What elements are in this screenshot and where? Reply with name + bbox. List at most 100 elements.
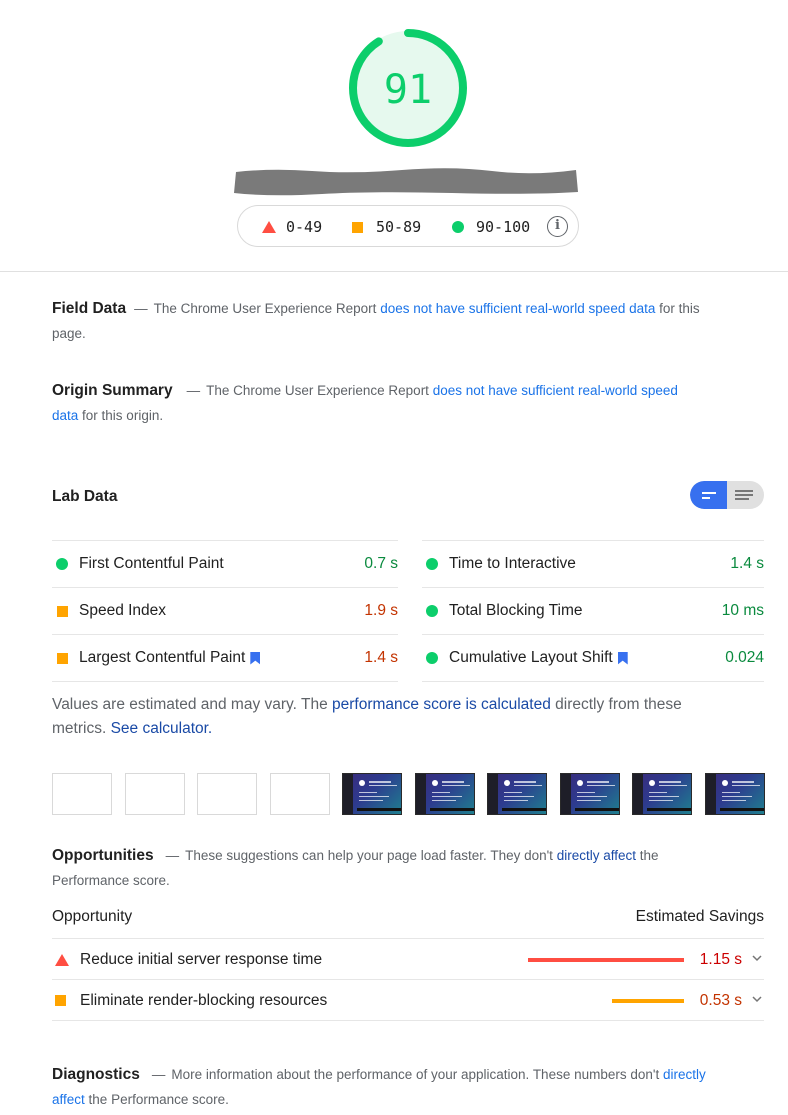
metric-rating (55, 605, 69, 617)
opportunity-column-header: Opportunity (52, 908, 133, 925)
metrics-divider (422, 681, 764, 682)
metric-value: 0.024 (725, 649, 764, 666)
savings-value: 0.53 s (699, 992, 742, 1009)
metric-name: Largest Contentful Paint (79, 649, 364, 667)
metric-value: 1.4 s (730, 555, 764, 572)
savings-bar (528, 958, 684, 962)
opportunity-rating (55, 939, 69, 980)
filmstrip-frame-blank (197, 773, 257, 815)
list-view-button[interactable] (727, 481, 764, 509)
filmstrip-frame-screenshot (487, 773, 547, 815)
score-calculation-link[interactable]: performance score is calculated (332, 696, 551, 713)
opportunity-row[interactable]: Eliminate render-blocking resources 0.53 … (52, 979, 764, 1020)
metric-value: 0.7 s (364, 555, 398, 572)
origin-summary-text: The Chrome User Experience Report (206, 383, 429, 398)
filmstrip-frame-screenshot (704, 773, 765, 815)
metric-row: Total Blocking Time 10 ms (422, 587, 764, 634)
metric-rating (425, 652, 439, 664)
metric-value: 10 ms (721, 602, 764, 619)
legend-fail: 0-49 (262, 206, 322, 248)
note-text: Values are estimated and may vary. The (52, 696, 328, 713)
bookmark-icon (617, 651, 628, 665)
opportunities-text: These suggestions can help your page loa… (185, 848, 553, 863)
pass-circle-icon (452, 221, 464, 233)
opportunities-section: Opportunities — These suggestions can help… (52, 847, 659, 888)
filmstrip-frame-screenshot (632, 773, 692, 815)
average-square-icon (56, 652, 68, 664)
metric-name: Time to Interactive (449, 555, 730, 573)
opportunity-name: Eliminate render-blocking resources (80, 992, 328, 1009)
metrics-divider (52, 681, 398, 682)
pass-circle-icon (426, 558, 438, 570)
filmstrip-frame-screenshot (559, 773, 620, 815)
metric-rating (425, 558, 439, 570)
average-square-icon (55, 995, 66, 1006)
diagnostics-text: More information about the performance o… (171, 1067, 660, 1082)
bookmark-icon (250, 651, 261, 665)
origin-summary-section: Origin Summary — The Chrome User Experienc… (52, 382, 678, 423)
average-square-icon (352, 221, 363, 233)
metric-row: Largest Contentful Paint 1.4 s (52, 634, 398, 681)
legend-pass-label: 90-100 (476, 218, 531, 236)
metric-view-toggle[interactable] (690, 481, 764, 509)
pass-circle-icon (56, 558, 68, 570)
score-header: 91 0-49 50-89 90-100 i (0, 0, 788, 272)
origin-summary-title: Origin Summary (52, 382, 173, 399)
metric-value: 1.4 s (364, 649, 398, 666)
field-data-link[interactable]: does not have sufficient real-world spee… (380, 301, 655, 316)
redacted-url (234, 168, 578, 196)
legend-average: 50-89 (352, 206, 421, 248)
opportunity-rating (55, 980, 66, 1021)
metric-name: Total Blocking Time (449, 602, 722, 620)
filmstrip-frame-blank (269, 773, 330, 815)
filmstrip-frame-blank (52, 773, 112, 815)
savings-bar (612, 999, 684, 1003)
field-data-text: The Chrome User Experience Report (153, 301, 377, 316)
opportunity-name: Reduce initial server response time (80, 951, 323, 968)
info-icon[interactable]: i (547, 216, 568, 237)
filmstrip-frame-screenshot (414, 773, 475, 815)
chevron-down-icon[interactable] (750, 951, 764, 965)
performance-score-value: 91 (383, 67, 433, 113)
savings-value: 1.15 s (699, 951, 742, 968)
average-square-icon (56, 605, 68, 617)
summary-view-button[interactable] (690, 481, 727, 509)
opportunity-list-divider (52, 1020, 764, 1021)
metric-label: Time to Interactive (449, 555, 576, 572)
legend-pass: 90-100 (452, 206, 530, 248)
pass-circle-icon (426, 605, 438, 617)
metric-rating (55, 558, 69, 570)
metric-row: Cumulative Layout Shift 0.024 (422, 634, 764, 681)
metric-name: Cumulative Layout Shift (449, 649, 725, 667)
opportunity-row[interactable]: Reduce initial server response time 1.15 … (52, 938, 764, 979)
metric-rating (425, 605, 439, 617)
savings-column-header: Estimated Savings (635, 908, 764, 925)
legend-fail-label: 0-49 (286, 218, 323, 236)
pass-circle-icon (426, 652, 438, 664)
diagnostics-text-after: the Performance score. (88, 1092, 229, 1107)
legend-average-label: 50-89 (376, 218, 422, 236)
chevron-down-icon[interactable] (750, 992, 764, 1006)
metric-label: First Contentful Paint (79, 555, 224, 572)
metric-label: Largest Contentful Paint (79, 649, 246, 666)
diagnostics-section: Diagnostics — More information about the p… (52, 1066, 706, 1107)
metric-rating (55, 652, 69, 664)
opportunities-link[interactable]: directly affect (557, 848, 636, 863)
origin-summary-text-after: for this origin. (82, 408, 164, 423)
filmstrip-frame-blank (124, 773, 185, 815)
field-data-title: Field Data (52, 300, 127, 317)
metric-name: Speed Index (79, 602, 364, 620)
metric-label: Speed Index (79, 602, 167, 619)
metric-label: Cumulative Layout Shift (449, 649, 613, 666)
diagnostics-title: Diagnostics (52, 1066, 140, 1083)
metric-row: Speed Index 1.9 s (52, 587, 398, 634)
metric-value: 1.9 s (364, 602, 398, 619)
filmstrip-frame-screenshot (342, 773, 402, 815)
see-calculator-link[interactable]: See calculator. (111, 720, 213, 737)
metric-name: First Contentful Paint (79, 555, 364, 573)
lab-data-title: Lab Data (52, 488, 118, 505)
opportunities-title: Opportunities (52, 847, 154, 864)
metric-row: Time to Interactive 1.4 s (422, 540, 764, 587)
fail-triangle-icon (55, 953, 69, 966)
metric-label: Total Blocking Time (449, 602, 583, 619)
